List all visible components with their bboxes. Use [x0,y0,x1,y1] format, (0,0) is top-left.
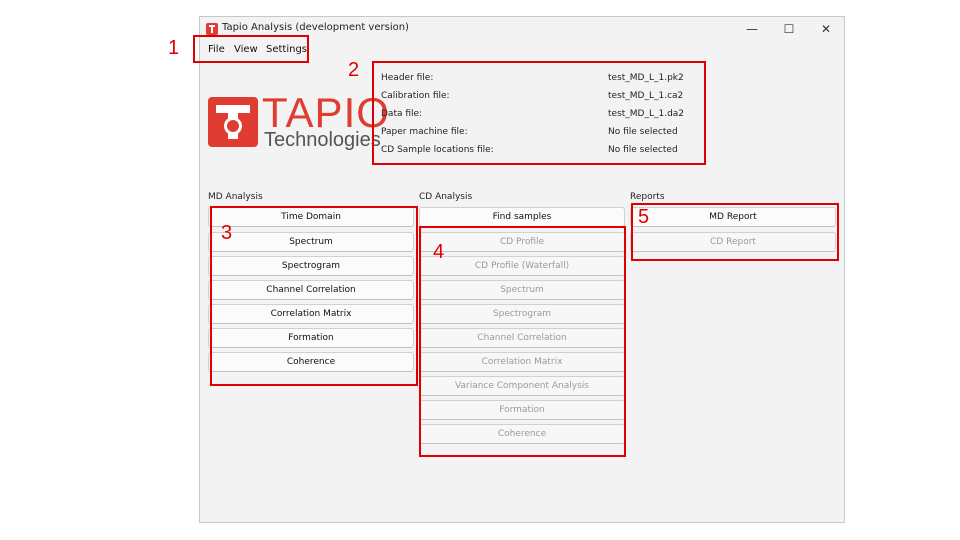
annotation-box-menu [193,35,309,63]
find-samples-button[interactable]: Find samples [419,207,625,227]
annotation-number: 4 [433,241,445,263]
window-title: Tapio Analysis (development version) [222,22,409,33]
annotation-box-files [372,61,706,165]
cd-analysis-title: CD Analysis [419,192,473,202]
md-analysis-title: MD Analysis [208,192,263,202]
annotation-box-reports [631,203,839,261]
logo-subtitle: Technologies [264,129,381,151]
annotation-box-md-analysis [210,206,418,386]
annotation-number: 5 [638,206,650,228]
annotation-box-cd-analysis [419,226,626,457]
maximize-button[interactable]: ☐ [775,19,803,39]
tapio-logo: TAPIO Technologies [208,91,389,153]
close-button[interactable]: ✕ [812,19,840,39]
annotation-number: 3 [221,222,233,244]
tapio-logo-icon [208,97,258,147]
reports-title: Reports [630,192,665,202]
minimize-button[interactable]: — [738,19,766,39]
tapio-app-icon [206,23,218,35]
annotation-number: 2 [348,59,360,81]
annotation-number: 1 [168,37,180,59]
